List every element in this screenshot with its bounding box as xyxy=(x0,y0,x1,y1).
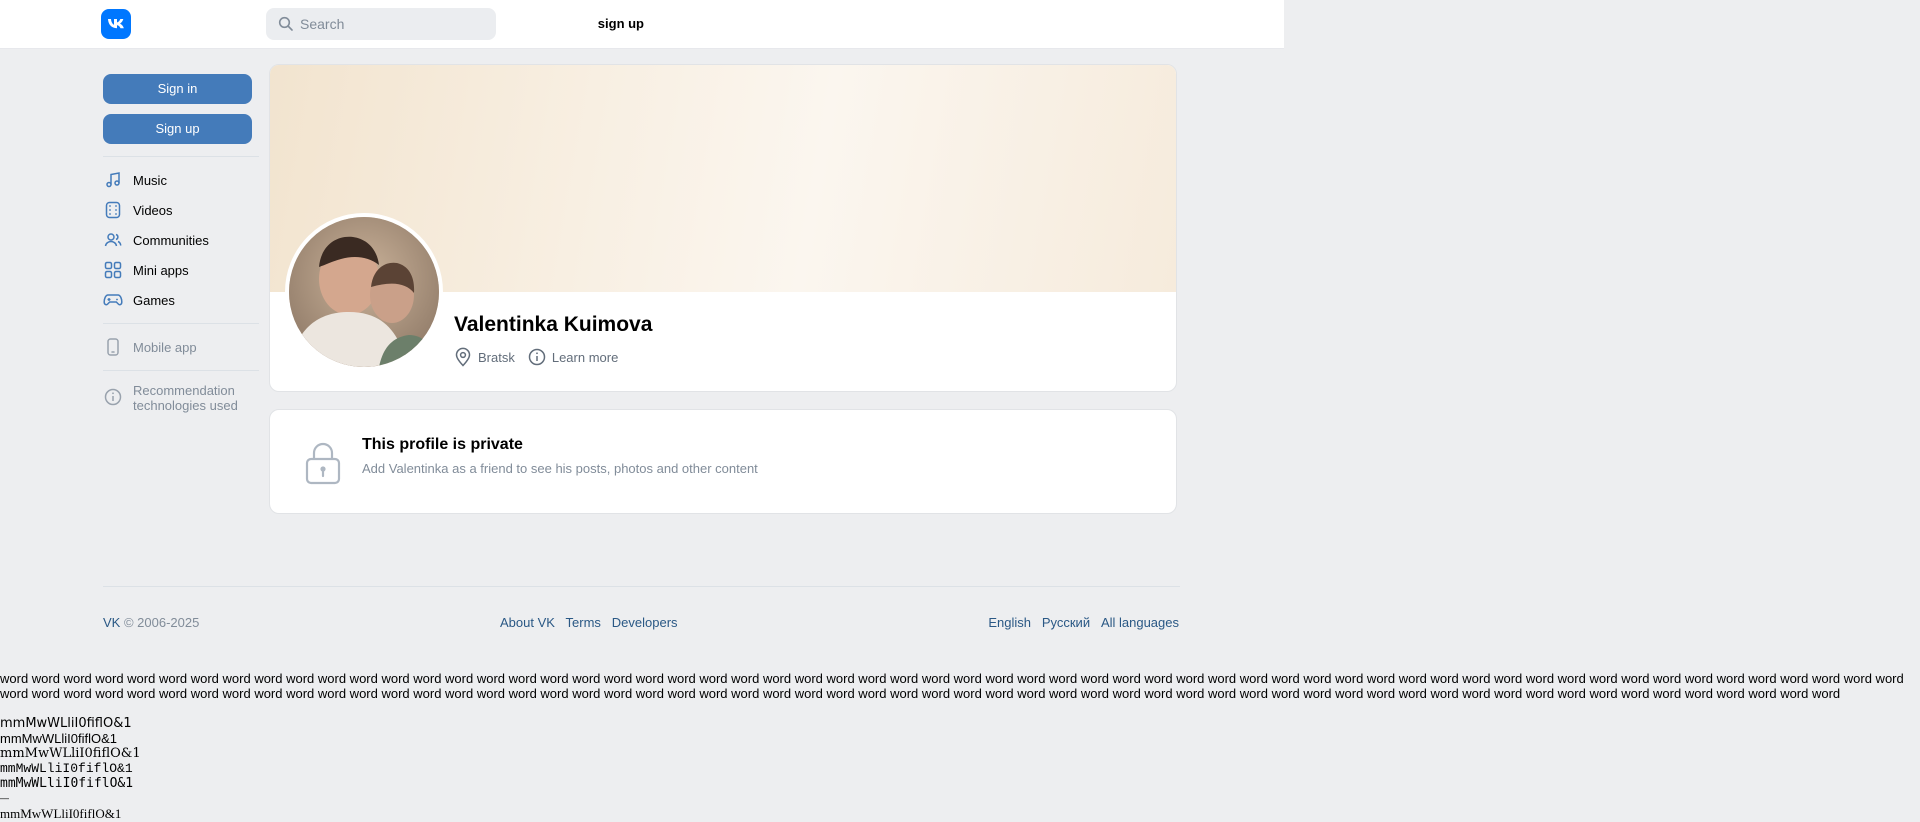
profile-city-label: Bratsk xyxy=(478,349,515,365)
font-test-line: mmMwWLliI0fiflO&1 xyxy=(0,776,134,791)
sidebar-item-music[interactable]: Music xyxy=(103,165,259,195)
footer-links: About VK Terms Developers xyxy=(500,615,678,630)
sign-up-button[interactable]: Sign up xyxy=(103,114,252,144)
sidebar-item-videos[interactable]: Videos xyxy=(103,195,259,225)
sidebar: Sign in Sign up Music Videos Communities… xyxy=(103,74,259,413)
sidebar-item-label: Mobile app xyxy=(133,339,197,355)
copyright-text: © 2006-2025 xyxy=(123,615,200,630)
profile-meta: Bratsk Learn more xyxy=(454,347,631,367)
top-bar: sign up xyxy=(0,0,1284,49)
footer-divider xyxy=(103,586,1180,587)
profile-header-card: Valentinka Kuimova Bratsk Learn more xyxy=(269,64,1177,392)
footer-link-developers[interactable]: Developers xyxy=(612,615,678,630)
sidebar-divider xyxy=(103,370,259,371)
search-input[interactable] xyxy=(300,8,490,40)
footer-copyright: VK © 2006-2025 xyxy=(103,615,199,630)
location-pin-icon xyxy=(455,347,471,367)
sidebar-divider xyxy=(103,156,259,157)
language-english[interactable]: English xyxy=(988,615,1031,630)
gamepad-icon xyxy=(103,290,123,310)
lock-icon xyxy=(305,442,341,485)
sidebar-item-games[interactable]: Games xyxy=(103,285,259,315)
sign-in-button[interactable]: Sign in xyxy=(103,74,252,104)
learn-more-link[interactable]: Learn more xyxy=(528,348,618,366)
font-test-lines: mmMwWLliI0fiflO&1 mmMwWLliI0fiflO&1 mmMw… xyxy=(0,716,141,821)
footer-languages: English Русский All languages xyxy=(988,615,1179,630)
learn-more-label: Learn more xyxy=(551,349,619,365)
sidebar-item-communities[interactable]: Communities xyxy=(103,225,259,255)
info-icon xyxy=(528,348,546,366)
header-signup-link[interactable]: sign up xyxy=(598,16,644,31)
vk-logo-icon[interactable] xyxy=(101,9,131,39)
sidebar-item-mini-apps[interactable]: Mini apps xyxy=(103,255,259,285)
sidebar-item-label: Recommendation technologies used xyxy=(133,383,238,413)
film-strip-icon xyxy=(103,200,123,220)
font-test-line: mmMwWLliI0fiflO&1 xyxy=(0,806,122,821)
avatar[interactable] xyxy=(285,213,443,371)
footer-brand-link[interactable]: VK xyxy=(103,615,120,630)
language-all[interactable]: All languages xyxy=(1101,615,1179,630)
font-test-line: mmMwWLliI0fiflO&1 xyxy=(0,746,141,761)
footer-link-about[interactable]: About VK xyxy=(500,615,555,630)
footer-link-terms[interactable]: Terms xyxy=(566,615,601,630)
search-box[interactable] xyxy=(266,8,496,40)
sidebar-item-mobile-app[interactable]: Mobile app xyxy=(103,332,259,362)
private-subtitle: Add Valentinka as a friend to see his po… xyxy=(362,461,758,476)
search-icon xyxy=(278,16,293,31)
private-title: This profile is private xyxy=(362,436,523,453)
font-test-line: mmMwWLliI0fiflO&1 xyxy=(0,716,132,731)
users-icon xyxy=(103,230,123,250)
font-test-line: mmMwWLliI0fiflO&1 xyxy=(0,731,118,746)
language-russian[interactable]: Русский xyxy=(1042,615,1090,630)
profile-name: Valentinka Kuimova xyxy=(454,313,653,336)
info-icon xyxy=(103,387,123,407)
sidebar-item-recommendation[interactable]: Recommendation technologies used xyxy=(103,383,259,413)
sidebar-item-label: Music xyxy=(133,172,167,188)
profile-city: Bratsk xyxy=(454,347,515,367)
grid-icon xyxy=(103,260,123,280)
phone-icon xyxy=(103,337,123,357)
sidebar-item-label: Games xyxy=(133,292,175,308)
filler-word-text: word word word word word word word word … xyxy=(0,671,1904,701)
sidebar-divider xyxy=(103,323,259,324)
dash-line: — xyxy=(0,793,9,803)
music-note-icon xyxy=(103,170,123,190)
sidebar-item-label: Mini apps xyxy=(133,262,189,278)
sidebar-item-label: Videos xyxy=(133,202,173,218)
sidebar-item-label: Communities xyxy=(133,232,209,248)
font-test-line: mmMwWLliI0fiflO&1 xyxy=(0,761,133,776)
private-profile-card: This profile is private Add Valentinka a… xyxy=(269,409,1177,514)
